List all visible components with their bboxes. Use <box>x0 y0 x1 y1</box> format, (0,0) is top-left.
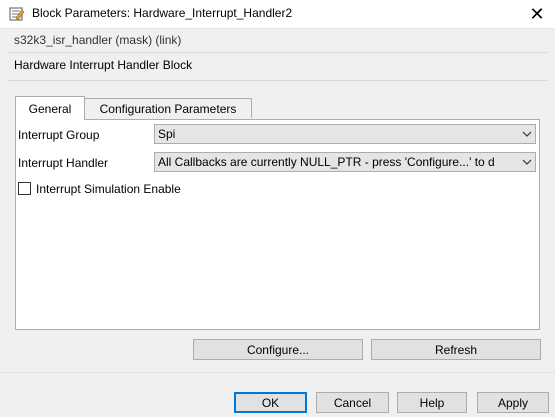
tab-general[interactable]: General <box>15 96 85 120</box>
cancel-button[interactable]: Cancel <box>316 392 389 413</box>
interrupt-group-value: Spi <box>158 127 176 141</box>
interrupt-group-label: Interrupt Group <box>18 128 100 142</box>
apply-button[interactable]: Apply <box>477 392 549 413</box>
interrupt-simulation-label: Interrupt Simulation Enable <box>36 182 181 196</box>
block-description: Hardware Interrupt Handler Block <box>14 58 193 72</box>
chevron-down-icon <box>519 125 535 143</box>
interrupt-handler-value: All Callbacks are currently NULL_PTR - p… <box>158 155 495 169</box>
refresh-button[interactable]: Refresh <box>371 339 541 360</box>
interrupt-handler-select[interactable]: All Callbacks are currently NULL_PTR - p… <box>154 152 536 172</box>
ok-button[interactable]: OK <box>234 392 307 413</box>
interrupt-simulation-checkbox[interactable] <box>18 182 31 195</box>
block-subtitle: s32k3_isr_handler (mask) (link) <box>14 33 182 47</box>
window-title: Block Parameters: Hardware_Interrupt_Han… <box>32 6 293 20</box>
block-parameters-icon <box>9 6 25 22</box>
close-icon[interactable]: ✕ <box>519 0 555 28</box>
header-divider <box>8 52 547 53</box>
configure-button[interactable]: Configure... <box>193 339 363 360</box>
interrupt-group-select[interactable]: Spi <box>154 124 536 144</box>
chevron-down-icon <box>519 153 535 171</box>
general-panel <box>15 119 540 330</box>
help-button[interactable]: Help <box>397 392 467 413</box>
tab-configuration-parameters[interactable]: Configuration Parameters <box>84 98 252 118</box>
footer-divider <box>0 372 555 373</box>
title-bar: Block Parameters: Hardware_Interrupt_Han… <box>0 0 555 29</box>
header-divider <box>8 80 547 81</box>
interrupt-handler-label: Interrupt Handler <box>18 156 109 170</box>
